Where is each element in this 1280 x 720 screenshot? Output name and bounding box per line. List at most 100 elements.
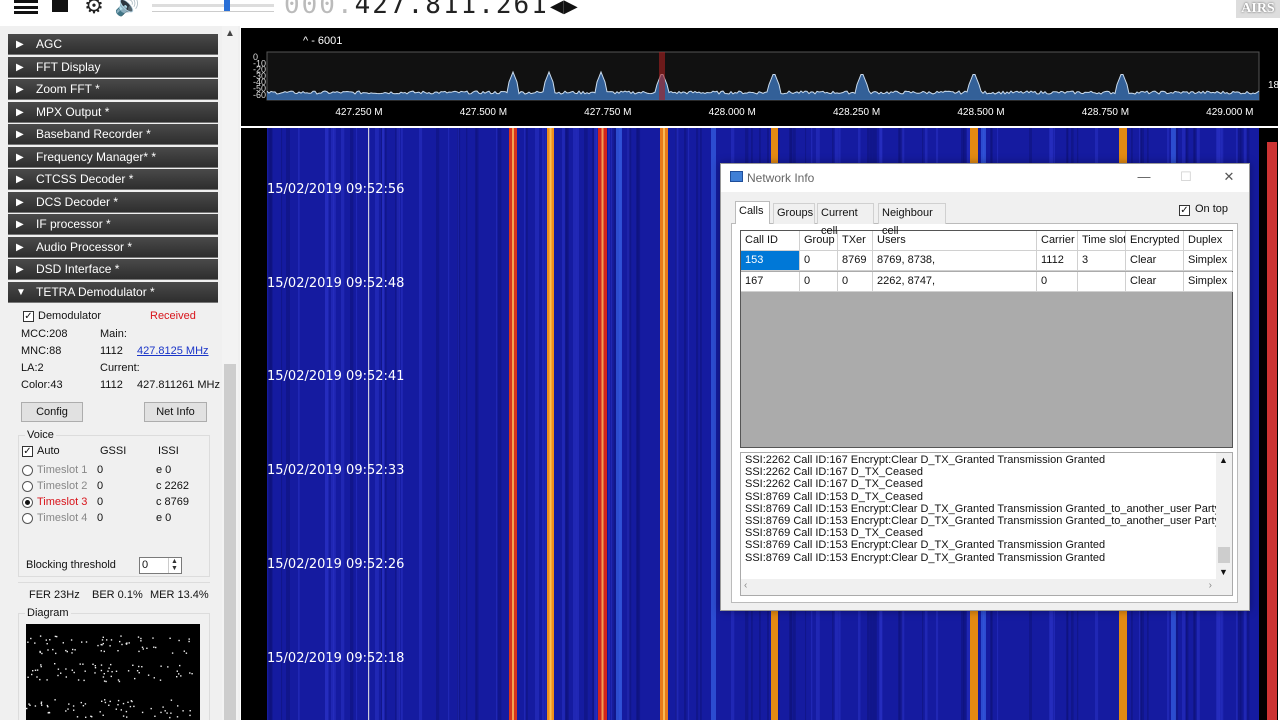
chevron-right-icon: ▶: [16, 39, 24, 50]
tab-neighbour-cell[interactable]: Neighbour cell: [878, 203, 946, 237]
issi-header: ISSI: [158, 445, 179, 457]
grid-cell[interactable]: Simplex: [1184, 251, 1233, 271]
waterfall-noise-streak: [419, 128, 423, 720]
waterfall-noise-streak: [524, 128, 526, 720]
column-header[interactable]: TXer: [838, 231, 873, 251]
constellation-point: [45, 639, 47, 641]
column-header[interactable]: Time slot: [1078, 231, 1126, 251]
volume-slider-thumb[interactable]: [224, 0, 230, 11]
spectrum-display[interactable]: 0-10-20-30-40-50-60^ - 6001427.250 M 427.…: [241, 28, 1278, 126]
log-horizontal-scrollbar[interactable]: ‹ ›: [741, 579, 1232, 595]
tab-calls[interactable]: Calls: [735, 201, 770, 224]
waterfall-noise-streak: [526, 128, 528, 720]
constellation-point: [100, 664, 103, 666]
grid-cell[interactable]: 8769, 8738,: [873, 251, 1037, 271]
column-header[interactable]: Carrier: [1037, 231, 1078, 251]
grid-cell[interactable]: 167: [741, 272, 800, 292]
frequency-display[interactable]: 000.427.811.261: [284, 0, 549, 20]
volume-slider[interactable]: [152, 0, 274, 12]
on-top-checkbox[interactable]: ✓: [1179, 205, 1190, 216]
config-button[interactable]: Config: [21, 402, 83, 422]
timeslot-radio[interactable]: [22, 513, 33, 524]
gear-icon[interactable]: ⚙: [82, 0, 106, 17]
grid-cell[interactable]: 2262, 8747,: [873, 272, 1037, 292]
panel-header[interactable]: ▶ Audio Processor *: [8, 236, 218, 258]
scroll-down-icon[interactable]: ▼: [1219, 567, 1228, 577]
stepper-arrows-icon[interactable]: ▲ ▼: [168, 558, 180, 573]
scroll-up-icon[interactable]: ▲: [225, 28, 235, 39]
tune-arrows-icon[interactable]: ◀▶: [550, 0, 578, 17]
maximize-icon[interactable]: ☐: [1176, 168, 1196, 186]
constellation-point: [54, 663, 56, 665]
panel-header[interactable]: ▶ DCS Decoder *: [8, 191, 218, 213]
waterfall-noise-streak: [576, 128, 579, 720]
constellation-point: [107, 670, 109, 672]
tab-current-cell[interactable]: Current cell: [817, 203, 874, 237]
timeslot-label: Timeslot 3: [37, 496, 88, 508]
chevron-right-icon: ▶: [16, 196, 24, 208]
panel-header[interactable]: ▶ Zoom FFT *: [8, 79, 218, 100]
tuning-marker[interactable]: [659, 52, 665, 100]
waterfall-noise-streak: [688, 128, 690, 720]
grid-cell[interactable]: Clear: [1126, 272, 1184, 292]
signal-trace-core: [663, 128, 665, 720]
log-scrollbar-thumb[interactable]: [1218, 547, 1230, 563]
timeslot-radio[interactable]: [22, 481, 33, 492]
panel-header[interactable]: ▶ CTCSS Decoder *: [8, 169, 218, 190]
constellation-diagram: [26, 624, 200, 720]
sidebar-scrollbar[interactable]: ▲: [222, 26, 238, 720]
blocking-threshold-stepper[interactable]: 0 ▲ ▼: [139, 557, 182, 574]
close-icon[interactable]: ✕: [1219, 168, 1239, 186]
dialog-titlebar[interactable]: Network Info — ☐ ✕: [721, 164, 1249, 192]
constellation-point: [41, 652, 43, 655]
grid-cell[interactable]: 3: [1078, 251, 1126, 271]
panel-header[interactable]: ▶ MPX Output *: [8, 101, 218, 123]
column-header[interactable]: Duplex: [1184, 231, 1233, 251]
grid-cell[interactable]: 8769: [838, 251, 873, 271]
speaker-icon[interactable]: 🔊: [114, 0, 140, 16]
grid-cell[interactable]: Clear: [1126, 251, 1184, 271]
panel-header[interactable]: ▶ FFT Display: [8, 56, 218, 78]
panel-header[interactable]: ▶ DSD Interface *: [8, 259, 218, 280]
timeslot-radio[interactable]: [22, 465, 33, 476]
grid-cell[interactable]: 1112: [1037, 251, 1078, 271]
scroll-right-icon[interactable]: ›: [1209, 580, 1212, 591]
column-header[interactable]: Call ID: [741, 231, 800, 251]
column-header[interactable]: Encrypted: [1126, 231, 1184, 251]
menu-icon[interactable]: [14, 0, 38, 14]
panel-header[interactable]: ▼ TETRA Demodulator *: [8, 281, 218, 303]
grid-cell[interactable]: 0: [800, 272, 838, 292]
mnc-value: MNC:88: [21, 345, 62, 357]
grid-cell[interactable]: 153: [741, 251, 800, 271]
grid-cell[interactable]: [1078, 272, 1126, 292]
demodulator-checkbox[interactable]: ✓: [23, 311, 34, 322]
waterfall-noise-streak: [459, 128, 461, 720]
event-log[interactable]: SSI:2262 Call ID:167 Encrypt:Clear D_TX_…: [740, 452, 1233, 596]
panel-header[interactable]: ▶ IF processor *: [8, 214, 218, 235]
net-info-button[interactable]: Net Info: [144, 402, 207, 422]
panel-header[interactable]: ▶ Frequency Manager* *: [8, 146, 218, 168]
tab-groups[interactable]: Groups: [773, 203, 815, 224]
main-frequency-link[interactable]: 427.8125 MHz: [137, 345, 209, 357]
timeslot-radio[interactable]: [22, 497, 33, 508]
auto-checkbox[interactable]: ✓: [22, 446, 33, 457]
panel-header-label: AGC: [36, 37, 63, 51]
sidebar-scrollbar-thumb[interactable]: [224, 364, 236, 720]
grid-cell[interactable]: Simplex: [1184, 272, 1233, 292]
log-vertical-scrollbar[interactable]: ▲ ▼: [1216, 453, 1232, 581]
calls-grid[interactable]: Call ID Group TXer Users Carrier Time slot Enc…: [740, 230, 1233, 448]
stop-icon[interactable]: [52, 0, 68, 12]
freq-tick-label: 427.250 M: [335, 107, 382, 118]
minimize-icon[interactable]: —: [1134, 168, 1154, 186]
grid-cell[interactable]: 0: [800, 251, 838, 271]
scroll-left-icon[interactable]: ‹: [744, 580, 747, 591]
panel-header[interactable]: ▶ Baseband Recorder *: [8, 124, 218, 145]
cursor-line[interactable]: [368, 128, 370, 720]
panel-header[interactable]: ▶ AGC: [8, 34, 218, 55]
scroll-up-icon[interactable]: ▲: [1219, 455, 1228, 465]
waterfall-noise-streak: [562, 128, 565, 720]
waterfall-noise-streak: [325, 128, 329, 720]
grid-cell[interactable]: 0: [838, 272, 873, 292]
grid-cell[interactable]: 0: [1037, 272, 1078, 292]
window-app-icon: [730, 171, 743, 182]
